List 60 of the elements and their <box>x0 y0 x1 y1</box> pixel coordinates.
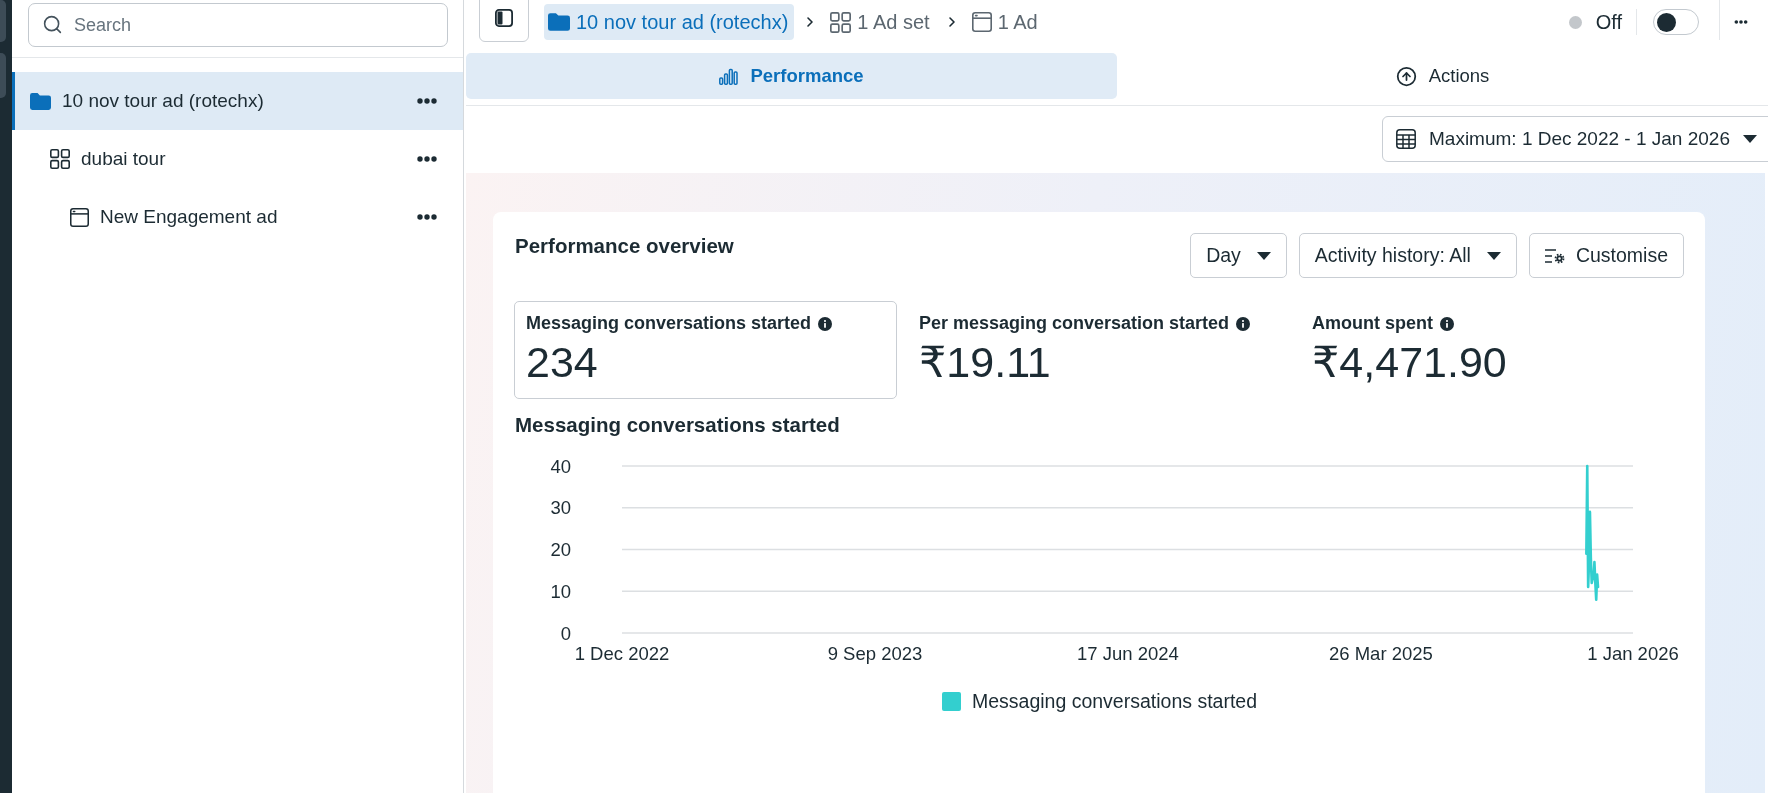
caret-icon <box>1743 135 1757 143</box>
x-axis-label: 1 Jan 2026 <box>1587 642 1679 664</box>
bar-chart-icon <box>719 67 739 85</box>
tab[interactable]: Actions <box>1117 53 1768 99</box>
tree-item[interactable]: dubai tour <box>12 130 463 188</box>
caret-icon <box>1486 251 1501 260</box>
y-axis-label: 30 <box>550 497 571 519</box>
folder-icon <box>548 13 570 31</box>
breadcrumb-link[interactable]: 1 Ad set <box>826 4 936 40</box>
window-icon <box>971 12 992 32</box>
legend-label: Messaging conversations started <box>971 690 1258 713</box>
metric-label: Messaging conversations started <box>526 313 812 334</box>
arrow-up-circle-icon <box>1395 65 1417 87</box>
grid-icon <box>50 149 70 169</box>
toggle-switch[interactable] <box>1653 9 1699 35</box>
card-title: Performance overview <box>515 234 734 258</box>
search-icon <box>42 14 63 35</box>
metric-card[interactable]: Messaging conversations started 234 <box>514 301 897 399</box>
dropdown-button[interactable]: Activity history: All <box>1298 233 1517 278</box>
metric-label: Per messaging conversation started <box>919 313 1230 334</box>
info-icon <box>818 316 833 331</box>
folder-icon <box>30 92 51 110</box>
date-range-dropdown[interactable]: Maximum: 1 Dec 2022 - 1 Jan 2026 <box>1382 116 1768 162</box>
more-icon[interactable] <box>417 156 437 162</box>
caret-icon <box>1256 251 1271 260</box>
info-icon <box>1440 316 1454 331</box>
info-icon <box>1236 316 1251 331</box>
breadcrumb-link[interactable]: 10 nov tour ad (rotechx) <box>544 4 795 40</box>
chart-title: Messaging conversations started <box>515 413 840 437</box>
window-icon <box>70 207 89 227</box>
y-axis-label: 0 <box>560 622 571 644</box>
panel-icon <box>495 9 513 27</box>
metric-value: ₹19.11 <box>919 338 1052 387</box>
dropdown-button[interactable]: Day <box>1190 233 1287 278</box>
x-axis-label: 1 Dec 2022 <box>574 642 670 664</box>
x-axis-label: 17 Jun 2024 <box>1077 642 1179 664</box>
metric-card[interactable]: Per messaging conversation started ₹19.11 <box>907 301 1290 399</box>
sidebar-toggle-button[interactable] <box>479 0 529 42</box>
x-axis-label: 26 Mar 2025 <box>1329 642 1433 664</box>
more-icon[interactable] <box>417 214 437 220</box>
metric-label: Amount spent <box>1312 313 1433 334</box>
y-axis-label: 40 <box>550 455 571 477</box>
more-icon[interactable] <box>1734 20 1748 24</box>
list-settings-icon <box>1544 247 1565 264</box>
tab[interactable]: Performance <box>466 53 1117 99</box>
breadcrumb-link[interactable]: 1 Ad <box>967 4 1044 40</box>
x-axis-label: 9 Sep 2023 <box>827 642 923 664</box>
grid-icon <box>830 11 852 33</box>
calendar-icon <box>1396 129 1416 149</box>
customise-button[interactable]: Customise <box>1528 233 1684 278</box>
tree-item[interactable]: New Engagement ad <box>12 188 463 246</box>
metric-value: 234 <box>526 338 599 387</box>
y-axis-label: 10 <box>550 580 571 602</box>
more-icon[interactable] <box>417 98 437 104</box>
status-label: Off <box>1595 10 1622 34</box>
metric-card[interactable]: Amount spent ₹4,471.90 <box>1300 301 1683 399</box>
y-axis-label: 20 <box>550 539 571 560</box>
tree-item[interactable]: 10 nov tour ad (rotechx) <box>12 72 463 130</box>
search-field[interactable]: Search <box>28 3 448 47</box>
metric-value: ₹4,471.90 <box>1312 338 1508 387</box>
